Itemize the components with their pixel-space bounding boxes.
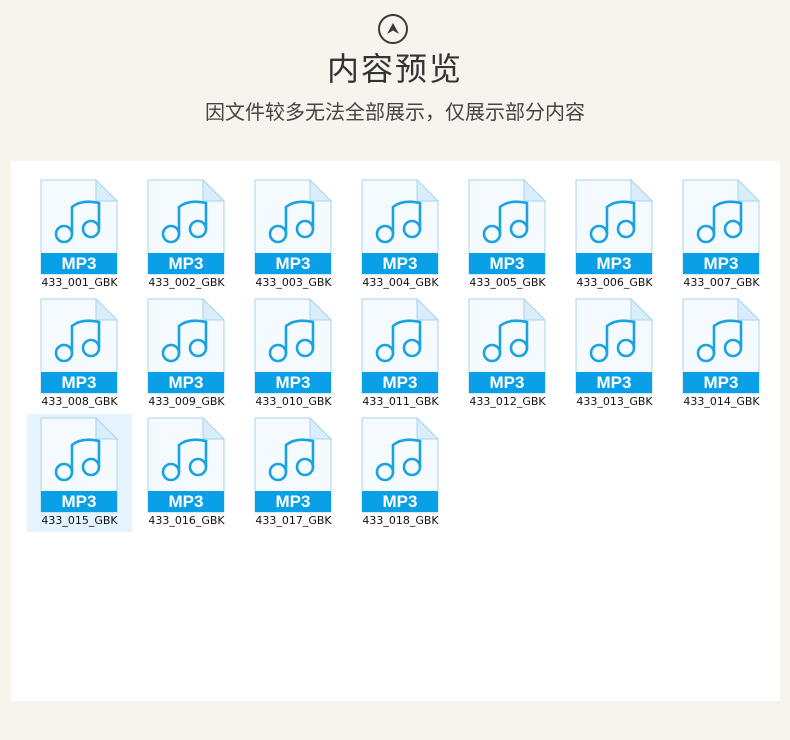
mp3-file-icon: MP3 xyxy=(254,417,332,513)
mp3-file-icon: MP3 xyxy=(147,179,225,275)
file-item[interactable]: MP3 433_015_GBK xyxy=(27,414,132,532)
mp3-file-icon: MP3 xyxy=(468,298,546,394)
mp3-label: MP3 xyxy=(383,373,418,392)
file-item[interactable]: MP3 433_005_GBK xyxy=(455,176,560,294)
mp3-file-icon: MP3 xyxy=(40,417,118,513)
file-item[interactable]: MP3 433_006_GBK xyxy=(562,176,667,294)
mp3-label: MP3 xyxy=(490,373,525,392)
file-name: 433_004_GBK xyxy=(362,276,439,289)
mp3-label: MP3 xyxy=(62,254,97,273)
mp3-label: MP3 xyxy=(383,254,418,273)
mp3-label: MP3 xyxy=(276,492,311,511)
file-name: 433_008_GBK xyxy=(41,395,118,408)
file-item[interactable]: MP3 433_017_GBK xyxy=(241,414,346,532)
mp3-label: MP3 xyxy=(276,373,311,392)
mp3-file-icon: MP3 xyxy=(147,417,225,513)
file-item[interactable]: MP3 433_013_GBK xyxy=(562,295,667,413)
chevron-up-icon xyxy=(387,23,399,34)
file-name: 433_013_GBK xyxy=(576,395,653,408)
file-name: 433_007_GBK xyxy=(683,276,760,289)
file-name: 433_009_GBK xyxy=(148,395,225,408)
mp3-label: MP3 xyxy=(597,373,632,392)
file-name: 433_001_GBK xyxy=(41,276,118,289)
file-item[interactable]: MP3 433_003_GBK xyxy=(241,176,346,294)
mp3-label: MP3 xyxy=(704,254,739,273)
file-preview-panel: MP3 433_001_GBK MP3 433_002_GBK MP3 433_003_G… xyxy=(11,161,780,701)
file-item[interactable]: MP3 433_011_GBK xyxy=(348,295,453,413)
file-item[interactable]: MP3 433_016_GBK xyxy=(134,414,239,532)
mp3-file-icon: MP3 xyxy=(254,298,332,394)
mp3-file-icon: MP3 xyxy=(575,298,653,394)
file-item[interactable]: MP3 433_008_GBK xyxy=(27,295,132,413)
file-item[interactable]: MP3 433_001_GBK xyxy=(27,176,132,294)
mp3-file-icon: MP3 xyxy=(40,298,118,394)
file-name: 433_010_GBK xyxy=(255,395,332,408)
file-name: 433_003_GBK xyxy=(255,276,332,289)
mp3-label: MP3 xyxy=(169,492,204,511)
mp3-label: MP3 xyxy=(169,373,204,392)
mp3-file-icon: MP3 xyxy=(468,179,546,275)
mp3-file-icon: MP3 xyxy=(147,298,225,394)
mp3-label: MP3 xyxy=(169,254,204,273)
mp3-label: MP3 xyxy=(62,492,97,511)
file-item[interactable]: MP3 433_007_GBK xyxy=(669,176,774,294)
file-name: 433_012_GBK xyxy=(469,395,546,408)
file-name: 433_018_GBK xyxy=(362,514,439,527)
file-name: 433_016_GBK xyxy=(148,514,225,527)
file-item[interactable]: MP3 433_004_GBK xyxy=(348,176,453,294)
mp3-file-icon: MP3 xyxy=(361,417,439,513)
file-name: 433_005_GBK xyxy=(469,276,546,289)
mp3-label: MP3 xyxy=(704,373,739,392)
file-item[interactable]: MP3 433_012_GBK xyxy=(455,295,560,413)
page-subtitle: 因文件较多无法全部展示，仅展示部分内容 xyxy=(205,100,585,124)
mp3-label: MP3 xyxy=(276,254,311,273)
mp3-file-icon: MP3 xyxy=(575,179,653,275)
mp3-file-icon: MP3 xyxy=(682,298,760,394)
preview-header: 内容预览 因文件较多无法全部展示，仅展示部分内容 xyxy=(0,0,790,160)
mp3-file-icon: MP3 xyxy=(254,179,332,275)
file-name: 433_014_GBK xyxy=(683,395,760,408)
file-name: 433_006_GBK xyxy=(576,276,653,289)
mp3-file-icon: MP3 xyxy=(682,179,760,275)
mp3-label: MP3 xyxy=(490,254,525,273)
mp3-file-icon: MP3 xyxy=(361,298,439,394)
mp3-file-icon: MP3 xyxy=(40,179,118,275)
file-name: 433_015_GBK xyxy=(41,514,118,527)
mp3-label: MP3 xyxy=(383,492,418,511)
file-name: 433_011_GBK xyxy=(362,395,439,408)
file-item[interactable]: MP3 433_002_GBK xyxy=(134,176,239,294)
mp3-file-icon: MP3 xyxy=(361,179,439,275)
file-item[interactable]: MP3 433_009_GBK xyxy=(134,295,239,413)
page-title: 内容预览 xyxy=(326,50,463,88)
file-name: 433_002_GBK xyxy=(148,276,225,289)
file-item[interactable]: MP3 433_018_GBK xyxy=(348,414,453,532)
file-item[interactable]: MP3 433_010_GBK xyxy=(241,295,346,413)
mp3-label: MP3 xyxy=(597,254,632,273)
file-item[interactable]: MP3 433_014_GBK xyxy=(669,295,774,413)
chevron-up-circle-icon[interactable] xyxy=(378,14,408,44)
mp3-label: MP3 xyxy=(62,373,97,392)
file-name: 433_017_GBK xyxy=(255,514,332,527)
